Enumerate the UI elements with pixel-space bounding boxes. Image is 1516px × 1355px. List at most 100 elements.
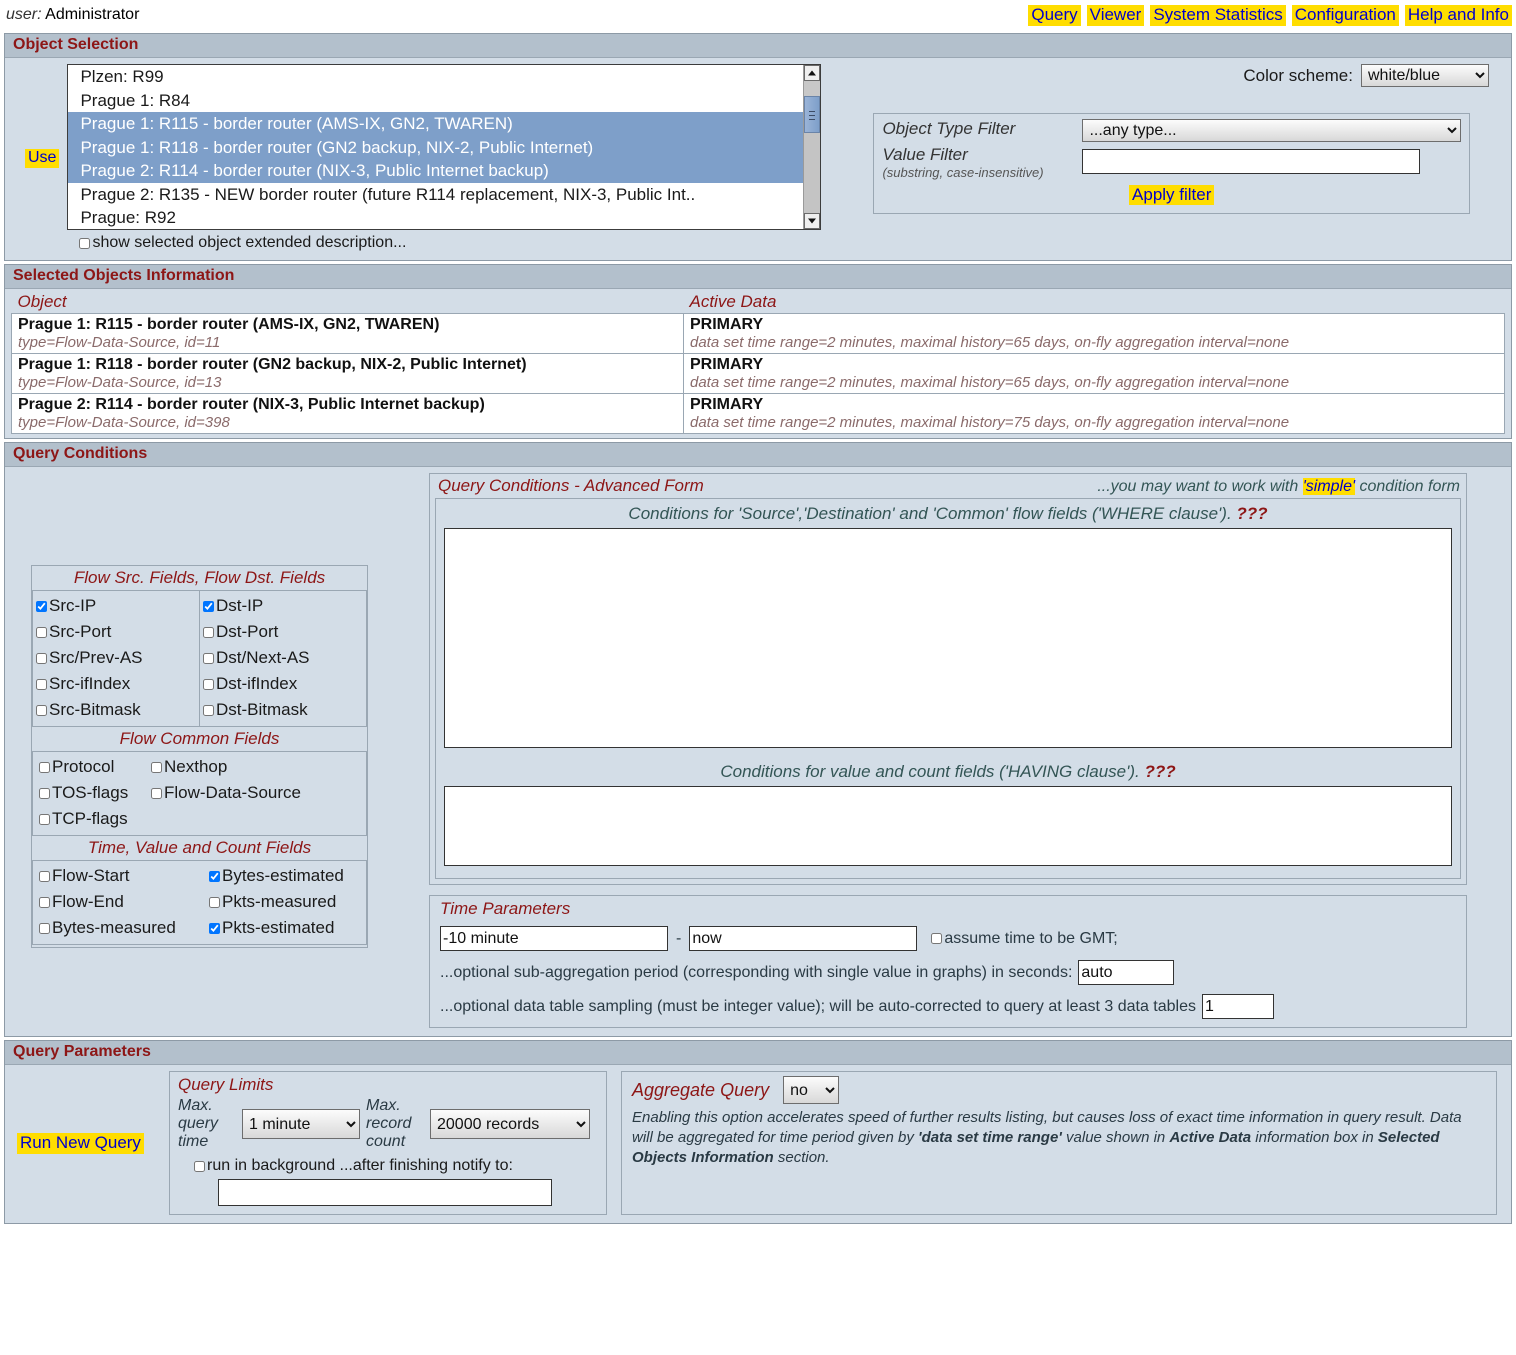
scrollbar-track[interactable] xyxy=(804,133,821,213)
list-item[interactable]: Prague 1: R84 xyxy=(68,89,820,113)
gmt-checkbox-row[interactable]: assume time to be GMT; xyxy=(931,930,1118,948)
scrollbar-thumb[interactable] xyxy=(804,96,821,133)
checkbox-tcp-flags[interactable]: TCP-flags xyxy=(39,806,366,832)
object-selection-panel: Object Selection Use Plzen: R99 Prague 1… xyxy=(4,33,1512,261)
dst-bitmask-checkbox[interactable] xyxy=(203,704,214,716)
table-header-row: Object Active Data xyxy=(11,291,1505,314)
bytes-estimated-checkbox[interactable] xyxy=(209,870,220,882)
list-item[interactable]: Prague 1: R115 - border router (AMS-IX, … xyxy=(68,112,821,136)
run-background-row[interactable]: run in background ...after finishing not… xyxy=(178,1157,598,1175)
nav-link-system-statistics[interactable]: System Statistics xyxy=(1150,4,1286,26)
checkbox-dst-bitmask[interactable]: Dst-Bitmask xyxy=(203,697,366,723)
nav-link-configuration[interactable]: Configuration xyxy=(1291,4,1399,26)
checkbox-flow-start[interactable]: Flow-Start xyxy=(39,863,209,889)
user-info: user: Administrator xyxy=(6,6,139,24)
checkbox-bytes-measured[interactable]: Bytes-measured xyxy=(39,915,209,941)
nav-link-query[interactable]: Query xyxy=(1028,4,1081,26)
checkbox-pkts-measured[interactable]: Pkts-measured xyxy=(209,889,336,915)
table-row: Prague 1: R118 - border router (GN2 back… xyxy=(11,353,1505,394)
checkbox-tos-flags[interactable]: TOS-flags xyxy=(39,780,151,806)
src-ip-checkbox[interactable] xyxy=(36,600,47,612)
checkbox-nexthop[interactable]: Nexthop xyxy=(151,754,227,780)
gmt-checkbox[interactable] xyxy=(931,933,943,944)
checkbox-src-ifindex[interactable]: Src-ifIndex xyxy=(36,671,199,697)
where-clause-textarea[interactable] xyxy=(444,528,1452,748)
run-background-checkbox[interactable] xyxy=(194,1160,205,1172)
dst-ip-checkbox[interactable] xyxy=(203,600,214,612)
dst-ifindex-checkbox[interactable] xyxy=(203,678,214,690)
bytes-measured-checkbox[interactable] xyxy=(39,922,50,934)
query-limits-title: Query Limits xyxy=(178,1075,274,1094)
having-help-icon[interactable]: ??? xyxy=(1145,762,1176,781)
list-item[interactable]: Prague: R92 xyxy=(68,206,820,229)
object-list: Plzen: R99 Prague 1: R84 Prague 1: R115 … xyxy=(68,65,821,229)
list-item[interactable]: Prague 1: R118 - border router (GN2 back… xyxy=(68,135,821,159)
flow-data-source-checkbox[interactable] xyxy=(151,787,162,799)
checkbox-dst-ip[interactable]: Dst-IP xyxy=(203,593,366,619)
time-to-input[interactable] xyxy=(689,926,918,951)
src-port-checkbox[interactable] xyxy=(36,626,47,638)
run-new-query-button[interactable]: Run New Query xyxy=(17,1132,144,1154)
checkbox-protocol[interactable]: Protocol xyxy=(39,754,151,780)
pkts-estimated-checkbox[interactable] xyxy=(209,922,220,934)
checkbox-pkts-estimated[interactable]: Pkts-estimated xyxy=(209,915,334,941)
max-query-time-select[interactable]: 1 minute xyxy=(242,1109,360,1139)
having-clause-textarea[interactable] xyxy=(444,786,1452,866)
tcp-flags-checkbox[interactable] xyxy=(39,813,50,825)
apply-filter-button[interactable]: Apply filter xyxy=(1129,185,1215,205)
max-record-count-select[interactable]: 20000 records xyxy=(430,1109,590,1139)
src-fields-box: Src-IP Src-Port Src/Prev-AS Src-ifIndex … xyxy=(32,590,199,727)
checkbox-src-ip[interactable]: Src-IP xyxy=(36,593,199,619)
advanced-form-hint: ...you may want to work with 'simple' co… xyxy=(1097,478,1460,496)
src-bitmask-checkbox[interactable] xyxy=(36,704,47,716)
nav-link-viewer[interactable]: Viewer xyxy=(1086,4,1145,26)
pkts-measured-checkbox[interactable] xyxy=(209,896,220,908)
aggregate-query-select[interactable]: no xyxy=(783,1076,840,1104)
time-from-input[interactable] xyxy=(440,926,668,951)
query-parameters-title: Query Parameters xyxy=(5,1041,1511,1065)
object-type-filter-select[interactable]: ...any type... xyxy=(1082,119,1461,142)
scroll-down-icon[interactable] xyxy=(804,213,821,229)
list-item[interactable]: Plzen: R99 xyxy=(68,65,820,89)
use-button[interactable]: Use xyxy=(25,148,60,168)
value-filter-input[interactable] xyxy=(1082,149,1421,174)
sub-aggregation-input[interactable] xyxy=(1078,960,1175,985)
nav-link-help-and-info[interactable]: Help and Info xyxy=(1404,4,1512,26)
scroll-up-icon[interactable] xyxy=(804,65,821,81)
color-scheme-select[interactable]: white/blue xyxy=(1361,64,1489,87)
checkbox-dst-ifindex[interactable]: Dst-ifIndex xyxy=(203,671,366,697)
where-help-icon[interactable]: ??? xyxy=(1236,504,1267,523)
checkbox-src-prev-as[interactable]: Src/Prev-AS xyxy=(36,645,199,671)
src-ifindex-checkbox[interactable] xyxy=(36,678,47,690)
dst-bitmask-label: Dst-Bitmask xyxy=(216,700,308,719)
active-data-state: PRIMARY xyxy=(690,396,764,413)
protocol-checkbox[interactable] xyxy=(39,761,50,773)
object-listbox[interactable]: Plzen: R99 Prague 1: R84 Prague 1: R115 … xyxy=(67,64,822,230)
src-prev-as-checkbox[interactable] xyxy=(36,652,47,664)
dst-next-as-checkbox[interactable] xyxy=(203,652,214,664)
list-item[interactable]: Prague 2: R135 - NEW border router (futu… xyxy=(68,183,820,207)
object-cell: Prague 1: R118 - border router (GN2 back… xyxy=(11,353,684,394)
dst-port-checkbox[interactable] xyxy=(203,626,214,638)
checkbox-src-bitmask[interactable]: Src-Bitmask xyxy=(36,697,199,723)
sampling-input[interactable] xyxy=(1201,994,1274,1019)
flow-end-checkbox[interactable] xyxy=(39,896,50,908)
checkbox-flow-end[interactable]: Flow-End xyxy=(39,889,209,915)
tos-flags-checkbox[interactable] xyxy=(39,787,50,799)
flow-start-checkbox[interactable] xyxy=(39,870,50,882)
object-cell: Prague 2: R114 - border router (NIX-3, P… xyxy=(11,393,684,434)
dst-ip-label: Dst-IP xyxy=(216,596,264,615)
checkbox-dst-next-as[interactable]: Dst/Next-AS xyxy=(203,645,366,671)
simple-form-link[interactable]: 'simple' xyxy=(1302,478,1356,495)
checkbox-dst-port[interactable]: Dst-Port xyxy=(203,619,366,645)
nexthop-checkbox[interactable] xyxy=(151,761,162,773)
protocol-label: Protocol xyxy=(52,757,115,776)
checkbox-bytes-estimated[interactable]: Bytes-estimated xyxy=(209,863,344,889)
checkbox-src-port[interactable]: Src-Port xyxy=(36,619,199,645)
checkbox-flow-data-source[interactable]: Flow-Data-Source xyxy=(151,780,301,806)
list-item[interactable]: Prague 2: R114 - border router (NIX-3, P… xyxy=(68,159,821,183)
object-cell: Prague 1: R115 - border router (AMS-IX, … xyxy=(11,313,684,354)
notify-email-input[interactable] xyxy=(218,1179,552,1206)
listbox-scrollbar[interactable] xyxy=(803,65,821,229)
show-description-checkbox[interactable] xyxy=(79,237,91,249)
